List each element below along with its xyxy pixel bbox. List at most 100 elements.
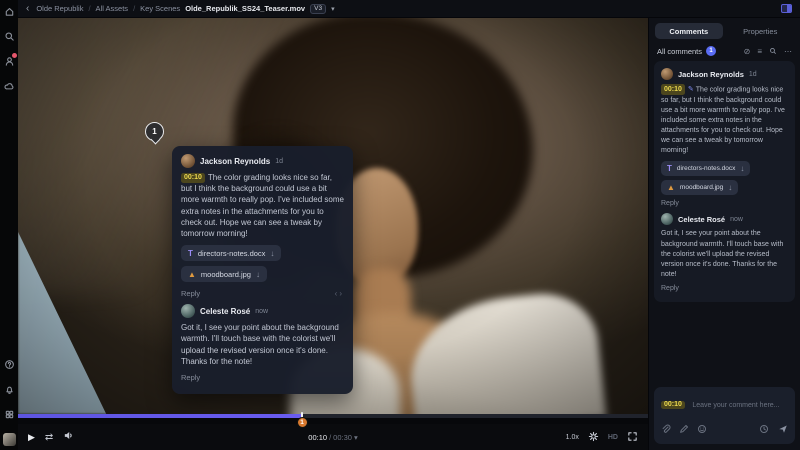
fullscreen-icon[interactable] — [627, 431, 638, 444]
timestamp-badge[interactable]: 00:10 — [661, 84, 685, 95]
attachment-name: directors-notes.docx — [198, 249, 266, 258]
quality-badge[interactable]: HD — [608, 434, 618, 441]
duration: 00:30 — [333, 433, 352, 442]
comments-filter-row: All comments 1 ⊘ ≡ ⋯ — [649, 43, 800, 61]
help-icon[interactable] — [3, 358, 15, 370]
reply-time: now — [730, 216, 743, 223]
reply-author: Celeste Rosé — [678, 215, 725, 224]
reply-body: Got it, I see your point about the backg… — [661, 229, 788, 280]
app-window: ‹ Olde Republik / All Assets / Key Scene… — [0, 0, 800, 450]
avatar — [181, 154, 195, 168]
composer-input[interactable]: Leave your comment here... — [692, 402, 779, 409]
playback-controls: ▶ ⇄ 00:10 / 00:30 ▾ 1.0x — [18, 424, 648, 450]
more-options-icon[interactable]: ⋯ — [784, 47, 792, 56]
annotate-pen-icon[interactable] — [679, 421, 689, 439]
notification-dot — [12, 53, 17, 58]
loop-icon[interactable]: ⇄ — [45, 432, 53, 443]
attachment-doc[interactable]: T directors-notes.docx ↓ — [181, 245, 281, 261]
comment-thread[interactable]: Jackson Reynolds 1d 00:10✎The color grad… — [654, 61, 795, 302]
volume-icon[interactable] — [63, 428, 74, 446]
reply-button[interactable]: Reply — [661, 200, 679, 207]
panel-tabs: Comments Properties — [649, 18, 800, 43]
comments-panel: Comments Properties All comments 1 ⊘ ≡ ⋯ — [648, 18, 800, 450]
play-button[interactable]: ▶ — [28, 432, 35, 443]
comment-text: The color grading looks nice so far, but… — [181, 173, 344, 238]
attachment-image[interactable]: ▲ moodboard.jpg ↓ — [661, 180, 738, 195]
annotation-pen-icon: ✎ — [688, 85, 694, 95]
document-icon: T — [188, 249, 193, 258]
tab-properties[interactable]: Properties — [727, 23, 795, 39]
timeline-comment-marker[interactable]: 1 — [297, 417, 308, 428]
asset-filename[interactable]: Olde_Republik_SS24_Teaser.mov — [185, 4, 305, 13]
timecode[interactable]: 00:10 / 00:30 ▾ — [308, 433, 357, 442]
image-icon: ▲ — [188, 270, 196, 279]
breadcrumb-key-scenes[interactable]: Key Scenes — [140, 4, 180, 13]
avatar — [181, 304, 195, 318]
document-icon: T — [667, 164, 672, 173]
panel-toggle-icon[interactable] — [781, 4, 792, 13]
composer-timestamp-badge[interactable]: 00:10 — [661, 401, 685, 409]
comment-body: 00:10✎The color grading looks nice so fa… — [661, 84, 788, 156]
filter-annotations-icon[interactable]: ⊘ — [744, 47, 751, 56]
comment-author: Jackson Reynolds — [678, 70, 744, 79]
comment-marker-pin[interactable]: 1 — [145, 122, 165, 148]
attachment-image[interactable]: ▲ moodboard.jpg ↓ — [181, 266, 267, 282]
settings-gear-icon[interactable] — [588, 431, 599, 444]
user-avatar[interactable] — [3, 433, 16, 446]
timeline[interactable]: 1 — [18, 414, 648, 424]
home-icon[interactable] — [3, 5, 15, 17]
timestamp-clock-icon[interactable] — [759, 421, 769, 439]
download-icon[interactable]: ↓ — [740, 164, 744, 173]
breadcrumb-project[interactable]: Olde Republik — [36, 4, 83, 13]
timecode-separator: / — [329, 433, 331, 442]
bell-icon[interactable] — [3, 383, 15, 395]
reply-button[interactable]: Reply — [661, 285, 679, 292]
send-comment-icon[interactable] — [778, 421, 788, 439]
left-sidebar — [0, 0, 18, 450]
back-chevron-icon[interactable]: ‹ — [26, 4, 29, 14]
comments-list[interactable]: Jackson Reynolds 1d 00:10✎The color grad… — [649, 61, 800, 382]
search-icon[interactable] — [3, 30, 15, 42]
reply-body: Got it, I see your point about the backg… — [181, 322, 344, 367]
tab-comments[interactable]: Comments — [655, 23, 723, 39]
comment-body: 00:10The color grading looks nice so far… — [181, 172, 344, 239]
video-frame[interactable]: 1 Jackson Reynolds 1d 00:10The color gra… — [18, 18, 648, 414]
contacts-icon[interactable] — [3, 55, 15, 67]
popup-pager-icons[interactable]: ‹› — [335, 289, 344, 298]
comment-popup: Jackson Reynolds 1d 00:10The color gradi… — [172, 146, 353, 394]
uploads-cloud-icon[interactable] — [3, 80, 15, 92]
download-icon[interactable]: ↓ — [270, 249, 274, 258]
video-player: 1 Jackson Reynolds 1d 00:10The color gra… — [18, 18, 648, 450]
reply-author: Celeste Rosé — [200, 307, 250, 316]
timestamp-badge[interactable]: 00:10 — [181, 173, 205, 184]
emoji-icon[interactable] — [697, 421, 707, 439]
sort-icon[interactable]: ≡ — [757, 47, 762, 56]
reply-button[interactable]: Reply — [181, 289, 200, 298]
comment-time: 1d — [275, 158, 283, 165]
attachment-name: directors-notes.docx — [677, 165, 736, 172]
reply-button[interactable]: Reply — [181, 373, 200, 382]
avatar — [661, 213, 673, 225]
filter-label[interactable]: All comments — [657, 47, 702, 56]
attachment-doc[interactable]: T directors-notes.docx ↓ — [661, 161, 750, 176]
download-icon[interactable]: ↓ — [728, 183, 732, 192]
comment-count-badge: 1 — [706, 46, 716, 56]
breadcrumb-separator: / — [88, 4, 90, 13]
download-icon[interactable]: ↓ — [256, 270, 260, 279]
attachment-name: moodboard.jpg — [680, 184, 723, 191]
attach-icon[interactable] — [661, 421, 671, 439]
breadcrumb-separator: / — [133, 4, 135, 13]
breadcrumb-all-assets[interactable]: All Assets — [96, 4, 129, 13]
chevron-down-icon: ▾ — [354, 433, 358, 442]
comment-time: 1d — [749, 71, 757, 78]
attachment-name: moodboard.jpg — [201, 270, 251, 279]
search-comments-icon[interactable] — [769, 47, 777, 55]
avatar — [661, 68, 673, 80]
chevron-down-icon[interactable]: ▾ — [331, 5, 335, 13]
version-badge[interactable]: V3 — [310, 4, 326, 14]
playback-speed[interactable]: 1.0x — [566, 434, 579, 441]
image-icon: ▲ — [667, 183, 675, 192]
timeline-progress — [18, 414, 302, 418]
apps-grid-icon[interactable] — [3, 408, 15, 420]
comment-composer[interactable]: 00:10 Leave your comment here... — [654, 387, 795, 444]
